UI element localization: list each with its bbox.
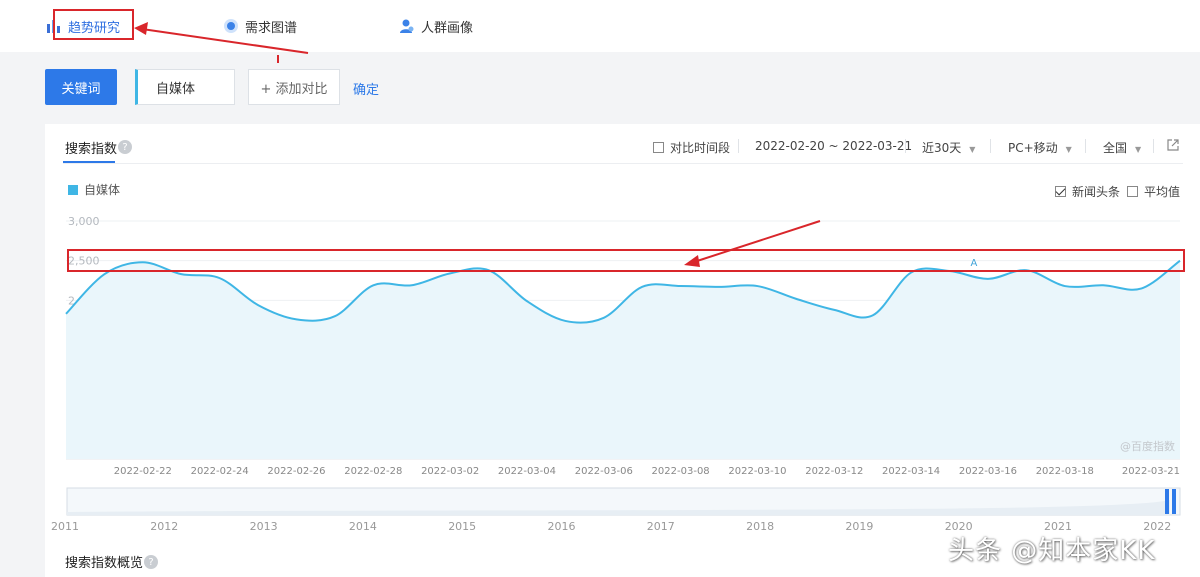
timeline-year-label: 2017 [647, 520, 675, 533]
help-icon[interactable]: ? [144, 555, 158, 569]
arrow-head-tab [134, 22, 148, 35]
x-tick-label: 2022-03-16 [959, 466, 1017, 477]
timeline-year-label: 2013 [250, 520, 278, 533]
x-tick-label: 2022-03-02 [421, 466, 479, 477]
x-tick-label: 2022-03-18 [1036, 466, 1094, 477]
y-tick-label: 2,500 [68, 255, 100, 268]
overview-title: 搜索指数概览 [65, 556, 144, 571]
x-tick-label: 2022-03-10 [728, 466, 786, 477]
x-tick-label: 2022-03-12 [805, 466, 863, 477]
x-tick-label: 2022-03-21 [1122, 466, 1180, 477]
y-tick-label: 3,000 [68, 215, 100, 228]
timeline-year-label: 2014 [349, 520, 377, 533]
highlight-box-tab [53, 9, 134, 40]
timeline-year-label: 2011 [51, 520, 79, 533]
x-tick-label: 2022-02-26 [267, 466, 325, 477]
timeline-handle-right [1172, 489, 1176, 514]
timeline-year-label: 2015 [448, 520, 476, 533]
series-area [66, 260, 1180, 459]
timeline-year-label: 2016 [548, 520, 576, 533]
timeline-year-label: 2019 [845, 520, 873, 533]
x-tick-label: 2022-03-08 [652, 466, 710, 477]
chart-annotation: A [971, 258, 978, 269]
x-tick-label: 2022-02-24 [191, 466, 249, 477]
search-index-chart[interactable]: 3,0002,5002,0001,5001,0005002022-02-2220… [0, 0, 1200, 577]
x-tick-label: 2022-03-04 [498, 466, 556, 477]
x-tick-label: 2022-03-14 [882, 466, 940, 477]
timeline-year-label: 2012 [150, 520, 178, 533]
source-watermark: @百度指数 [1120, 440, 1175, 453]
author-watermark: 头条 @知本家KK [948, 536, 1156, 566]
timeline-handle-left [1165, 489, 1169, 514]
x-tick-label: 2022-02-22 [114, 466, 172, 477]
x-tick-label: 2022-02-28 [344, 466, 402, 477]
arrow-line-tab [141, 28, 309, 54]
arrow-line-chart [693, 220, 821, 263]
x-tick-label: 2022-03-06 [575, 466, 633, 477]
timeline-year-label: 2018 [746, 520, 774, 533]
